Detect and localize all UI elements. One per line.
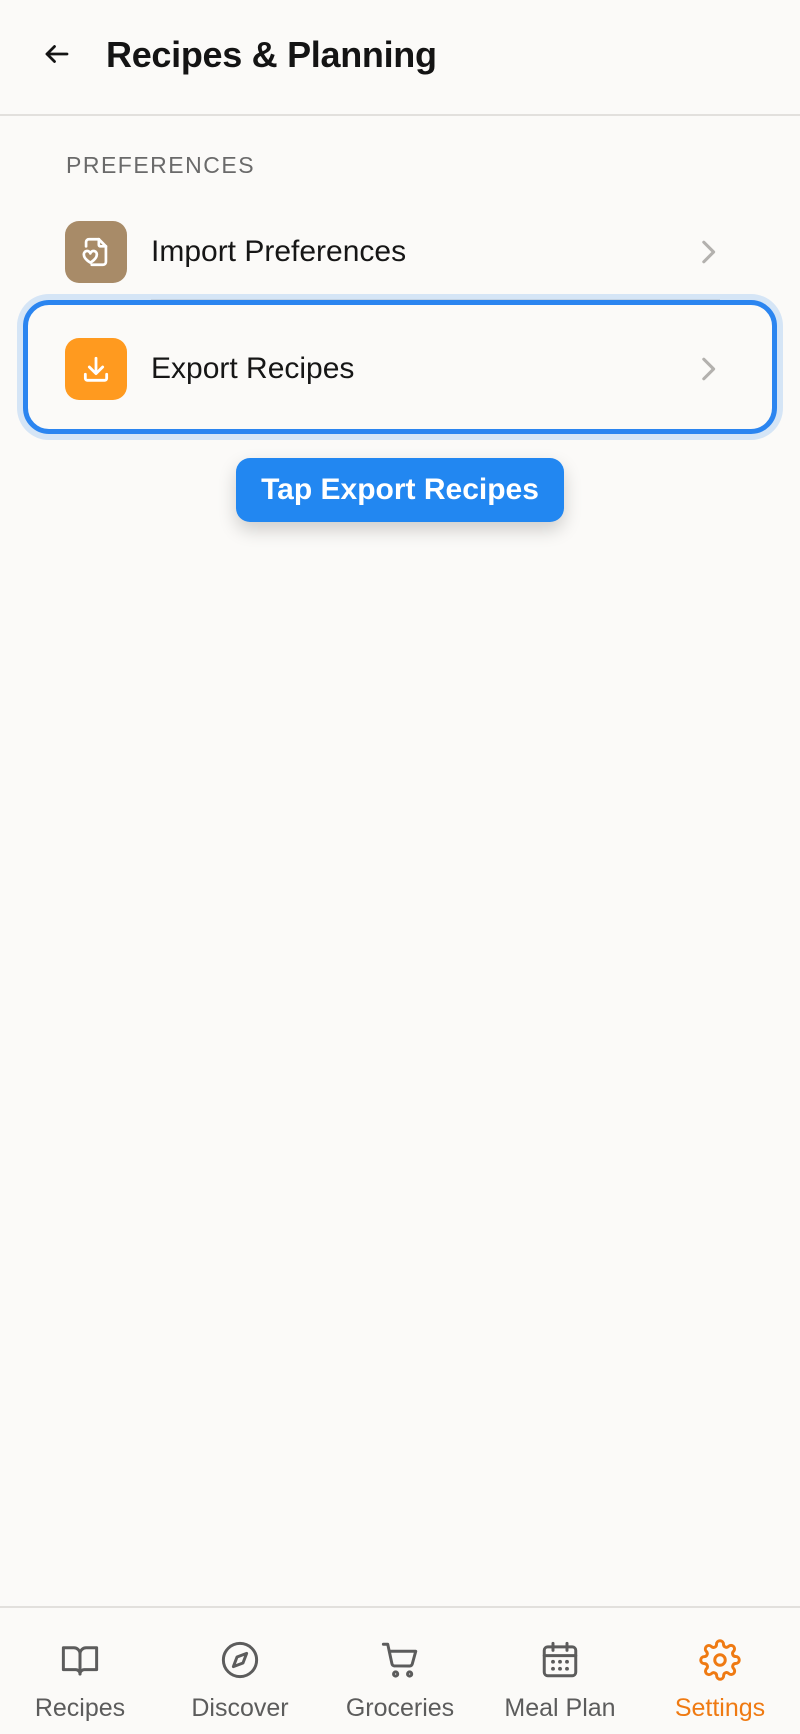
- bottom-nav: Recipes Discover Groceries Meal Plan Set…: [0, 1606, 800, 1734]
- gear-icon: [698, 1638, 742, 1682]
- file-heart-icon: [82, 237, 108, 267]
- calendar-icon: [538, 1638, 582, 1682]
- import-preferences-row[interactable]: Import Preferences: [40, 201, 760, 301]
- nav-discover[interactable]: Discover: [160, 1608, 320, 1734]
- export-recipes-icon-tile: [65, 338, 127, 400]
- export-recipes-label: Export Recipes: [151, 352, 355, 385]
- nav-recipes[interactable]: Recipes: [0, 1608, 160, 1734]
- import-preferences-icon-tile: [65, 221, 127, 283]
- import-preferences-label: Import Preferences: [151, 235, 407, 268]
- download-icon: [83, 356, 109, 382]
- page-title: Recipes & Planning: [106, 34, 437, 75]
- nav-settings[interactable]: Settings: [640, 1608, 800, 1734]
- chevron-right-icon: [696, 354, 720, 384]
- arrow-left-icon: [45, 45, 69, 63]
- nav-groceries-label: Groceries: [345, 1694, 455, 1722]
- chevron-right-icon: [696, 237, 720, 267]
- nav-settings-label: Settings: [674, 1694, 766, 1722]
- nav-meal-plan-label: Meal Plan: [504, 1694, 616, 1722]
- row-divider: [151, 299, 720, 301]
- page: Recipes & Planning PREFERENCES Import Pr…: [0, 0, 800, 1734]
- nav-discover-label: Discover: [191, 1694, 289, 1722]
- app-header: Recipes & Planning: [0, 0, 800, 116]
- nav-meal-plan[interactable]: Meal Plan: [480, 1608, 640, 1734]
- cart-icon: [378, 1638, 422, 1682]
- compass-icon: [218, 1638, 262, 1682]
- back-button[interactable]: [30, 27, 84, 81]
- export-recipes-row[interactable]: Export Recipes: [40, 318, 760, 418]
- tap-hint-tooltip: Tap Export Recipes: [236, 458, 564, 522]
- nav-groceries[interactable]: Groceries: [320, 1608, 480, 1734]
- book-open-icon: [58, 1638, 102, 1682]
- section-label-preferences: PREFERENCES: [66, 152, 256, 178]
- nav-recipes-label: Recipes: [34, 1694, 126, 1722]
